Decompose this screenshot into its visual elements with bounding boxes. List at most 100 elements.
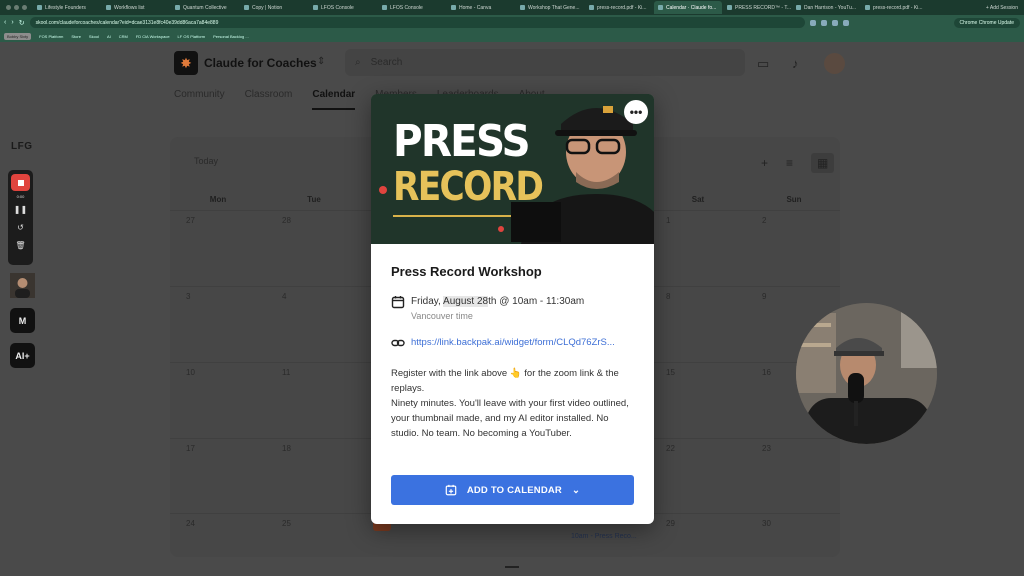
add-to-calendar-button[interactable]: ADD TO CALENDAR ⌄ <box>391 475 634 505</box>
browser-tab[interactable]: Quantum Collective <box>171 1 239 14</box>
bookmark-item[interactable]: Store <box>71 34 81 39</box>
pause-icon[interactable]: ❚❚ <box>14 202 27 217</box>
chat-icon[interactable]: ▭ <box>757 56 769 72</box>
address-bar[interactable]: skool.com/claudeforcoaches/calendar?eid=… <box>29 17 805 28</box>
calendar-day-number[interactable]: 23 <box>762 444 782 453</box>
search-placeholder: Search <box>370 57 403 68</box>
calendar-day-number[interactable]: 29 <box>666 519 686 528</box>
window-controls[interactable] <box>0 5 33 10</box>
calendar-view-icon[interactable]: ▦ <box>811 153 835 173</box>
extension-icon[interactable] <box>831 19 838 26</box>
browser-tab[interactable]: Workshop That Gene... <box>516 1 584 14</box>
calendar-day-number[interactable]: 1 <box>666 216 686 225</box>
bookmark-item[interactable]: LF OS Platform <box>178 34 206 39</box>
calendar-day-number[interactable]: 9 <box>762 292 782 301</box>
stop-recording-button[interactable] <box>11 174 30 191</box>
tab-favicon-icon <box>520 5 525 10</box>
side-tile-avatar[interactable] <box>10 273 35 298</box>
calendar-day-number[interactable]: 11 <box>282 368 302 377</box>
calendar-day-number[interactable]: 28 <box>282 216 302 225</box>
bookmark-item[interactable]: CRM <box>119 34 128 39</box>
more-options-button[interactable]: ••• <box>624 100 648 124</box>
weekday-header: Tue <box>307 195 321 204</box>
calendar-day-number[interactable]: 2 <box>762 216 782 225</box>
browser-tab[interactable]: LFOS Console <box>378 1 446 14</box>
tab-favicon-icon <box>382 5 387 10</box>
tab-favicon-icon <box>37 5 42 10</box>
trash-icon[interactable]: 🗑 <box>15 238 25 253</box>
tab-favicon-icon <box>865 5 870 10</box>
calendar-day-number[interactable]: 25 <box>282 519 302 528</box>
bookmark-item[interactable]: AI <box>107 34 111 39</box>
event-registration-link[interactable]: https://link.backpak.ai/widget/form/CLQd… <box>411 336 631 350</box>
calendar-day-number[interactable]: 18 <box>282 444 302 453</box>
community-brand[interactable]: ✸ Claude for Coaches <box>174 51 317 75</box>
bookmark-item[interactable]: FD ClA Workspace <box>136 34 170 39</box>
tab-favicon-icon <box>589 5 594 10</box>
calendar-day-number[interactable]: 24 <box>186 519 206 528</box>
add-session-button[interactable]: + Add Session <box>986 5 1024 11</box>
chrome-update-pill[interactable]: Chrome Chrome Update <box>953 17 1020 28</box>
browser-tab[interactable]: press-record.pdf - Ki... <box>861 1 929 14</box>
tab-favicon-icon <box>244 5 249 10</box>
tab-label: Dan Harrison - YouTu... <box>804 4 857 11</box>
side-tile-ai[interactable]: AI+ <box>10 343 35 368</box>
tab-community[interactable]: Community <box>174 89 225 110</box>
user-avatar[interactable] <box>824 53 845 74</box>
back-icon[interactable]: ‹ <box>4 19 6 26</box>
calendar-day-number[interactable]: 22 <box>666 444 686 453</box>
description-paragraph: Ninety minutes. You'll leave with your f… <box>391 398 629 439</box>
calendar-day-number[interactable]: 10 <box>186 368 206 377</box>
browser-tab[interactable]: Lifestyle Founders <box>33 1 101 14</box>
calendar-day-number[interactable]: 3 <box>186 292 206 301</box>
tab-calendar[interactable]: Calendar <box>312 89 356 110</box>
browser-tab[interactable]: Workflows list <box>102 1 170 14</box>
add-event-icon[interactable]: + <box>761 156 768 170</box>
tab-label: LFOS Console <box>321 4 354 11</box>
bookmark-item[interactable]: Skool <box>89 34 99 39</box>
calendar-day-number[interactable]: 16 <box>762 368 782 377</box>
tab-label: Quantum Collective <box>183 4 227 11</box>
today-button[interactable]: Today <box>194 156 218 166</box>
calendar-day-number[interactable]: 8 <box>666 292 686 301</box>
bookmark-item[interactable]: Bobby Sixty <box>4 32 32 40</box>
browser-tab[interactable]: Calendar · Claude fo... <box>654 1 722 14</box>
browser-tab[interactable]: Dan Harrison - YouTu... <box>792 1 860 14</box>
tab-favicon-icon <box>727 5 732 10</box>
reload-icon[interactable]: ↻ <box>19 19 25 27</box>
calendar-day-number[interactable]: 4 <box>282 292 302 301</box>
browser-tab[interactable]: LFOS Console <box>309 1 377 14</box>
tab-label: press-record.pdf - Ki... <box>873 4 923 11</box>
calendar-day-number[interactable]: 17 <box>186 444 206 453</box>
lfg-label: LFG <box>11 141 33 152</box>
side-tile-m[interactable]: M <box>10 308 35 333</box>
cover-title-record: RECORD <box>393 164 544 210</box>
list-view-icon[interactable]: ≡ <box>786 156 793 170</box>
tab-favicon-icon <box>175 5 180 10</box>
notification-bell-icon[interactable]: ♪ <box>792 56 799 71</box>
community-switcher-icon[interactable]: ⇕ <box>317 56 325 67</box>
screen-recorder-toolbar: 0:00 ❚❚ ↺ 🗑 <box>8 170 33 265</box>
browser-tab[interactable]: Copy | Notion <box>240 1 308 14</box>
bookmark-item[interactable]: Personal Backlog ... <box>213 34 249 39</box>
browser-tab[interactable]: press-record.pdf - Ki... <box>585 1 653 14</box>
calendar-day-number[interactable]: 30 <box>762 519 782 528</box>
browser-tab[interactable]: Home - Canva <box>447 1 515 14</box>
restart-icon[interactable]: ↺ <box>17 220 24 235</box>
search-input[interactable]: ⌕ Search <box>345 49 745 76</box>
weekday-header: Sat <box>691 195 705 204</box>
tab-label: Workshop That Gene... <box>528 4 580 11</box>
community-name: Claude for Coaches <box>204 56 317 70</box>
forward-icon[interactable]: › <box>11 19 13 26</box>
calendar-day-number[interactable]: 27 <box>186 216 206 225</box>
calendar-day-number[interactable]: 15 <box>666 368 686 377</box>
extension-icon[interactable] <box>809 19 816 26</box>
extension-icon[interactable] <box>820 19 827 26</box>
bookmark-item[interactable]: FOS Platform <box>39 34 63 39</box>
calendar-event-link[interactable]: 10am - Press Reco... <box>571 533 637 540</box>
tab-classroom[interactable]: Classroom <box>245 89 293 110</box>
cover-title-press: PRESS <box>393 116 531 167</box>
extension-icon[interactable] <box>842 19 849 26</box>
event-description: Register with the link above 👆 for the z… <box>391 366 636 441</box>
browser-tab[interactable]: PRESS RECORD™ - T... <box>723 1 791 14</box>
